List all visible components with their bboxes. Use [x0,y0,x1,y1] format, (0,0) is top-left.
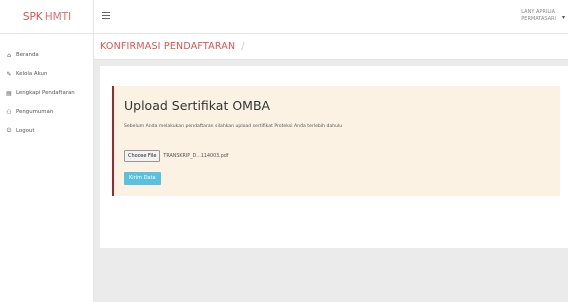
main-content: KONFIRMASI PENDAFTARAN / Upload Sertifika… [94,34,568,302]
user-name-line1: LANY APRILIA [521,9,556,15]
choose-file-button[interactable]: Choose File [124,150,161,162]
user-menu[interactable]: LANY APRILIA PERMATASARI ▾ [521,9,565,22]
users-icon: ⚇ [6,108,12,116]
upload-panel: Upload Sertifikat OMBA Sebelum Anda mela… [112,86,560,196]
edit-icon: ✎ [6,70,12,78]
sidebar-item-lengkapi-pendaftaran[interactable]: ▤ Lengkapi Pendaftaran [0,86,94,100]
file-input: Choose File TRANSKRIP_D...114003.pdf [124,150,228,162]
sidebar-item-label: Logout [16,128,35,134]
card-icon: ▤ [6,89,12,97]
sidebar-item-logout[interactable]: ⏻ Logout [0,124,94,138]
page-title: KONFIRMASI PENDAFTARAN / [100,41,245,52]
sidebar-item-label: Lengkapi Pendaftaran [16,90,75,96]
breadcrumb: KONFIRMASI PENDAFTARAN / [94,34,568,60]
brand-part1: SPK [22,11,43,23]
breadcrumb-separator: / [241,41,245,52]
sidebar: SPK HMTI ⌂ Beranda ✎ Kelola Akun ▤ Lengka… [0,0,94,302]
sidebar-item-pengumuman[interactable]: ⚇ Pengumuman [0,105,94,119]
top-bar: LANY APRILIA PERMATASARI ▾ [94,0,568,34]
chevron-down-icon: ▾ [561,14,565,21]
content-card: Upload Sertifikat OMBA Sebelum Anda mela… [100,66,568,248]
sidebar-item-label: Kelola Akun [16,71,48,77]
selected-file-name: TRANSKRIP_D...114003.pdf [163,153,229,159]
sidebar-item-label: Pengumuman [16,109,54,115]
upload-description: Sebelum Anda melakukan pendaftaran silah… [124,124,343,129]
sidebar-item-kelola-akun[interactable]: ✎ Kelola Akun [0,67,94,81]
brand-part2: HMTI [44,11,72,23]
menu-toggle-icon[interactable] [102,12,110,20]
brand-logo[interactable]: SPK HMTI [0,0,94,34]
upload-heading: Upload Sertifikat OMBA [124,98,271,113]
home-icon: ⌂ [7,51,11,59]
sidebar-nav: ⌂ Beranda ✎ Kelola Akun ▤ Lengkapi Penda… [0,48,94,143]
user-name-line2: PERMATASARI [521,15,556,22]
sidebar-item-label: Beranda [16,52,39,58]
sidebar-item-beranda[interactable]: ⌂ Beranda [0,48,94,62]
submit-button[interactable]: Kirim Data [124,172,161,185]
page-title-text: KONFIRMASI PENDAFTARAN [100,41,236,52]
power-icon: ⏻ [6,127,12,134]
